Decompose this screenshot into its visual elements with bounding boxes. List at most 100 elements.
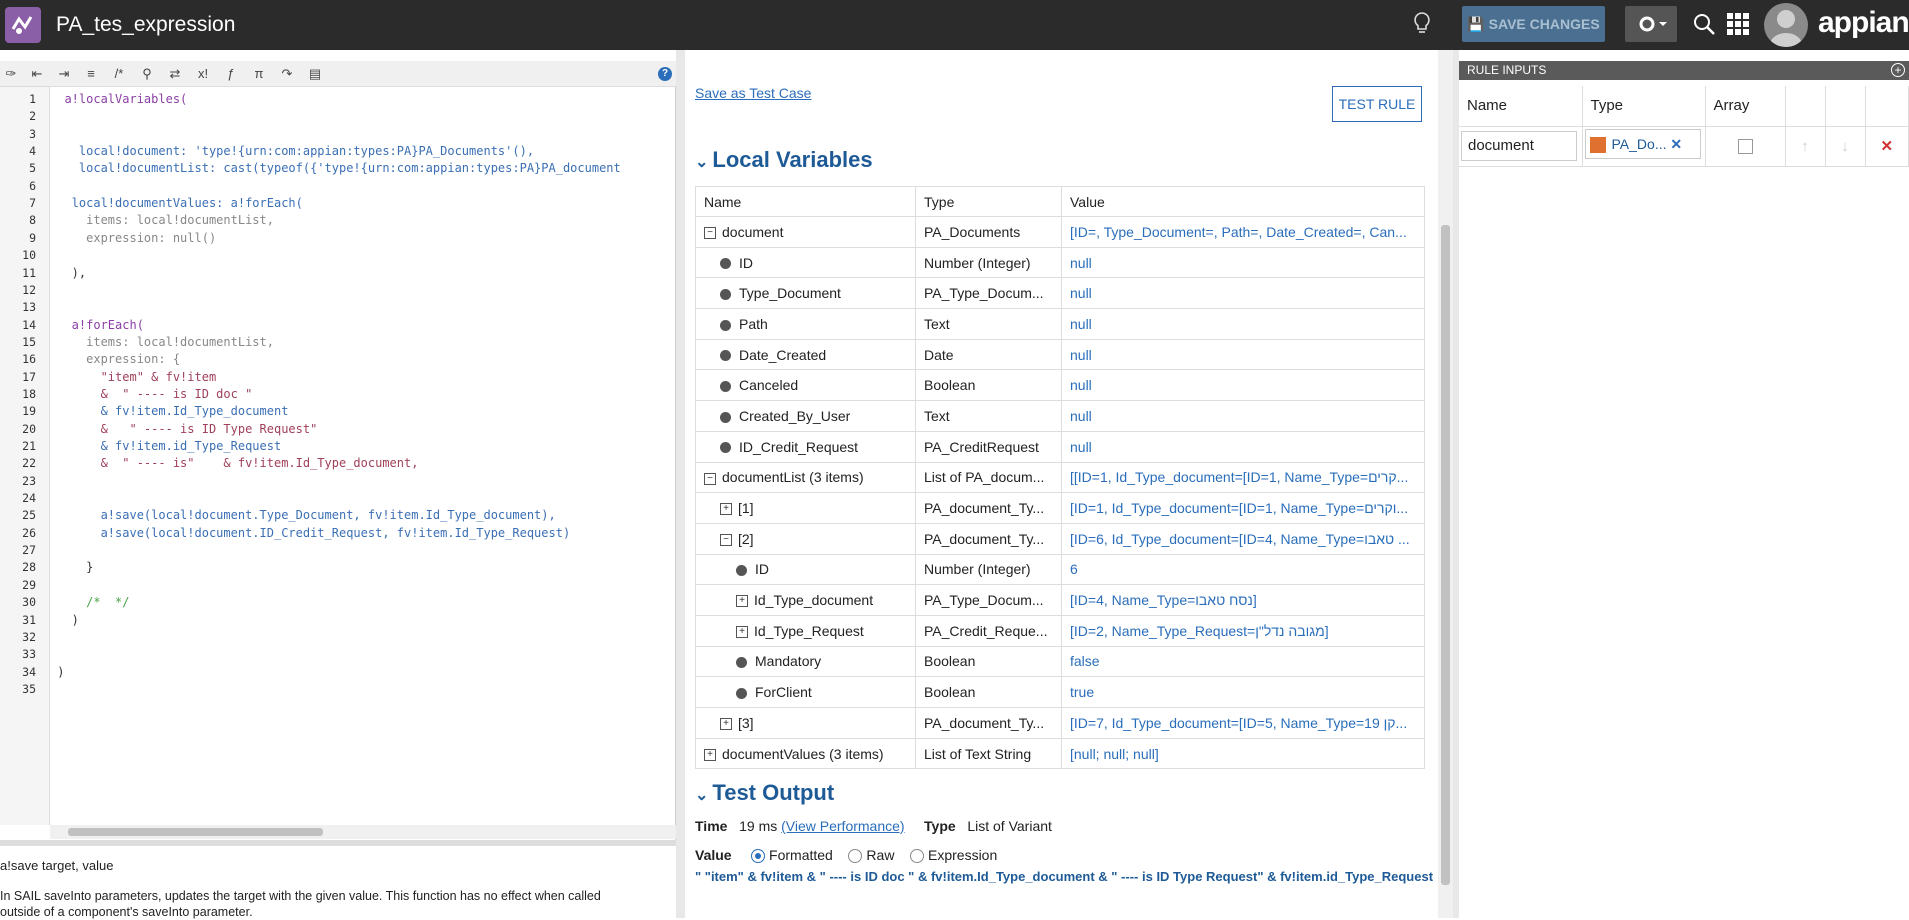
line-number: 3 [29,126,36,141]
raw-radio[interactable] [848,849,863,864]
collapse-icon[interactable]: − [704,227,716,240]
expand-icon[interactable]: + [720,503,732,516]
code-line[interactable]: local!documentValues: a!forEach( [50,196,303,210]
indent-icon[interactable]: ⇥ [55,65,73,83]
lightbulb-icon[interactable] [1410,11,1434,37]
variable-name: ID [739,254,753,271]
help-icon[interactable]: ? [658,67,672,81]
variable-name: [1] [738,500,754,517]
code-line[interactable]: a!localVariables( [50,92,187,106]
array-checkbox[interactable] [1737,139,1753,155]
code-line[interactable]: & " ---- is ID Type Request" [50,422,318,436]
code-line[interactable]: local!document: 'type!{urn:com:appian:ty… [50,144,534,158]
name-cell: ID [695,553,916,586]
export-icon[interactable]: ↷ [278,65,296,83]
format-icon[interactable]: ✑ [2,65,20,83]
formatted-radio[interactable] [751,849,766,864]
expand-icon[interactable]: + [736,595,748,608]
expression-radio[interactable] [910,849,924,864]
save-changes-button[interactable]: 💾 SAVE CHANGES [1462,6,1605,42]
test-panel: Save as Test Case TEST RULE ⌄ Local Varia… [685,50,1438,918]
shuffle-icon[interactable]: ⇄ [166,65,184,83]
code-line[interactable]: a!save(local!document.ID_Credit_Request,… [50,526,571,540]
type-cell: PA_Type_Docum... [915,277,1062,310]
collapse-icon[interactable]: − [720,534,732,547]
table-row: Date_Created Date null [695,338,1425,371]
code-line[interactable]: ) [50,613,79,627]
bullet-icon [720,442,731,454]
code-line[interactable]: ) [50,665,64,679]
move-down-icon[interactable]: ↓ [1825,126,1866,167]
code-line[interactable]: & " ---- is" & fv!item.Id_Type_document, [50,456,419,470]
type-cell: PA_CreditRequest [915,430,1062,463]
code-line[interactable]: ), [50,266,86,280]
code-line[interactable]: local!documentList: cast(typeof({'type!{… [50,161,621,175]
expand-icon[interactable]: + [736,626,748,639]
bullet-icon [720,350,731,362]
code-line[interactable]: a!save(local!document.Type_Document, fv!… [50,508,556,522]
table-row: Mandatory Boolean false [695,645,1425,678]
clear-type-icon[interactable]: ✕ [1670,136,1682,152]
function-icon[interactable]: ƒ [222,65,240,83]
code-line[interactable]: } [50,560,93,574]
app-grid-icon[interactable] [1726,12,1750,36]
variable-icon[interactable]: x! [194,65,212,83]
search-icon[interactable]: ⚲ [138,65,156,83]
scroll-thumb[interactable] [1441,225,1450,885]
line-number: 8 [29,213,36,228]
scroll-thumb[interactable] [68,828,323,836]
rule-inputs-panel: RULE INPUTS + Name Type Array document PA… [1459,61,1909,918]
variable-name: ForClient [755,684,812,701]
code-line[interactable]: & fv!item.Id_Type_document [50,404,289,418]
left-splitter[interactable] [676,50,685,918]
line-number-gutter: 1 2 3 4 5 6 7 8 9 10 11 12 13 14 15 16 17 18 19 20 21 22 23 24 2… [0,87,50,825]
bullet-icon [736,687,747,699]
delete-input-icon[interactable]: ✕ [1865,126,1909,167]
expression-editor[interactable]: ✑ ⇤ ⇥ ≡ /* ⚲ ⇄ x! ƒ π ↷ ▤ ? 1 2 3 4 5 6 7 8 9 10 1… [0,61,676,840]
collapse-icon[interactable]: − [704,472,716,485]
code-line[interactable]: /* */ [50,595,129,609]
expand-icon[interactable]: + [704,748,716,761]
name-cell: + [1] [695,492,916,524]
test-rule-button[interactable]: TEST RULE [1332,86,1422,122]
variable-name: ID_Credit_Request [739,438,859,455]
code-line[interactable]: items: local!documentList, [50,213,274,227]
save-as-test-case-link[interactable]: Save as Test Case [695,85,811,101]
line-number: 14 [22,317,36,332]
outdent-icon[interactable]: ⇤ [28,65,46,83]
settings-menu-button[interactable] [1625,6,1677,42]
name-cell: + Id_Type_document [695,584,916,616]
code-line[interactable]: expression: null() [50,231,216,245]
code-line[interactable]: a!forEach( [50,318,144,332]
user-avatar[interactable] [1764,3,1808,47]
code-line[interactable]: items: local!documentList, [50,335,274,349]
editor-horizontal-scrollbar[interactable] [50,825,676,839]
list-icon[interactable]: ≡ [82,65,100,83]
code-line[interactable]: "item" & fv!item [50,370,217,384]
database-icon[interactable]: ▤ [306,65,324,83]
type-cell: PA_Type_Docum... [915,584,1062,616]
time-value: 19 ms [739,818,778,834]
code-line[interactable]: expression: { [50,352,180,366]
add-input-icon[interactable]: + [1891,63,1905,77]
middle-vertical-scrollbar[interactable] [1438,50,1453,918]
line-number: 26 [22,525,36,540]
move-up-icon[interactable]: ↑ [1785,126,1826,167]
input-name-field[interactable]: document [1461,131,1577,161]
comment-icon[interactable]: /* [110,65,128,83]
value-cell: [ID=2, Name_Type_Request=מגובה נדל"ן] [1061,614,1425,647]
code-area[interactable]: a!localVariables( local!document: 'type!… [50,87,676,825]
line-number: 12 [22,282,36,297]
code-line[interactable]: & " ---- is ID doc " [50,387,253,401]
local-variables-title: Local Variables [712,147,873,172]
view-performance-link[interactable]: (View Performance) [781,818,904,834]
type-cell: Text [915,308,1062,340]
input-type-field[interactable]: PA_Do... ✕ [1584,129,1701,159]
table-row: − [2] PA_document_Ty... [ID=6, Id_Type_docu… [695,522,1425,555]
code-line[interactable]: & fv!item.id_Type_Request [50,439,282,453]
globe-search-icon[interactable] [1692,12,1716,36]
pi-icon[interactable]: π [250,65,268,83]
test-output-header[interactable]: ⌄ Test Output [695,780,834,806]
local-variables-header[interactable]: ⌄ Local Variables [695,147,873,173]
expand-icon[interactable]: + [720,718,732,731]
